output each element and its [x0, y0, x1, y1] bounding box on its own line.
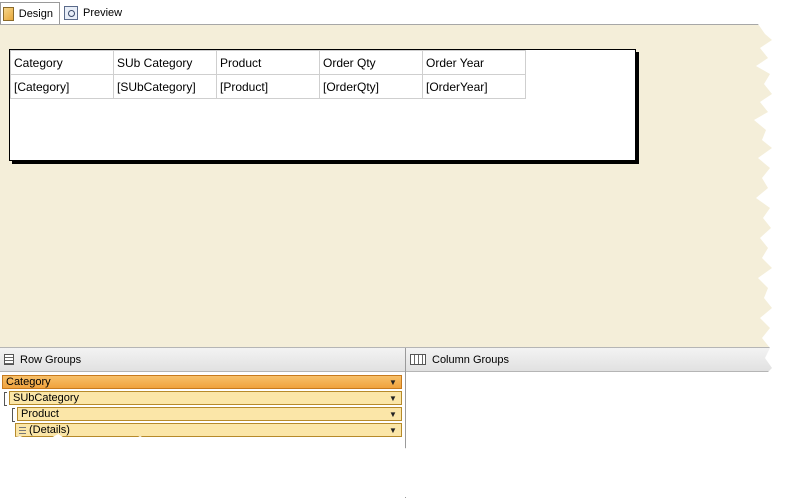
row-group-label: (Details): [29, 424, 70, 436]
tab-design-label: Design: [18, 7, 53, 20]
chevron-down-icon[interactable]: ▼: [385, 424, 401, 436]
tab-bar: Design Preview: [0, 0, 798, 25]
data-cell-order-qty[interactable]: [OrderQty]: [319, 74, 423, 99]
grouping-pane: Row Groups Column Groups Category ▼ SUbC…: [0, 347, 798, 498]
pane-divider[interactable]: [405, 348, 406, 498]
row-group-label: Product: [21, 408, 59, 420]
report-table[interactable]: Category SUb Category Product Order Qty …: [9, 49, 636, 161]
data-row: [Category] [SUbCategory] [Product] [Orde…: [10, 74, 526, 99]
chevron-down-icon[interactable]: ▼: [385, 408, 401, 420]
details-icon: [19, 426, 26, 434]
group-bracket: [12, 408, 15, 422]
row-group-details[interactable]: (Details) ▼: [15, 423, 402, 437]
row-group-product[interactable]: Product ▼: [17, 407, 402, 421]
column-groups-icon: [410, 354, 426, 365]
data-cell-category[interactable]: [Category]: [10, 74, 114, 99]
data-cell-subcategory[interactable]: [SUbCategory]: [113, 74, 217, 99]
column-groups-title: Column Groups: [432, 353, 510, 366]
header-cell-product[interactable]: Product: [216, 50, 320, 75]
tab-preview-label: Preview: [83, 7, 123, 19]
row-group-label: Category: [6, 376, 51, 388]
chevron-down-icon[interactable]: ▼: [385, 376, 401, 388]
tab-design[interactable]: Design: [0, 2, 60, 24]
data-cell-order-year[interactable]: [OrderYear]: [422, 74, 526, 99]
row-groups-header: Row Groups: [0, 348, 405, 372]
chevron-down-icon[interactable]: ▼: [385, 392, 401, 404]
design-icon: [3, 6, 14, 21]
row-group-subcategory[interactable]: SUbCategory ▼: [9, 391, 402, 405]
group-bracket: [4, 392, 7, 406]
header-cell-category[interactable]: Category: [10, 50, 114, 75]
report-design-surface[interactable]: Category SUb Category Product Order Qty …: [0, 25, 798, 347]
column-groups-header: Column Groups: [406, 348, 798, 372]
tab-preview[interactable]: Preview: [62, 2, 134, 24]
header-cell-order-year[interactable]: Order Year: [422, 50, 526, 75]
row-group-label: SUbCategory: [13, 392, 80, 404]
row-group-category[interactable]: Category ▼: [2, 375, 402, 389]
row-groups-title: Row Groups: [20, 353, 82, 366]
header-cell-order-qty[interactable]: Order Qty: [319, 50, 423, 75]
tablix-grid: Category SUb Category Product Order Qty …: [10, 50, 526, 99]
data-cell-product[interactable]: [Product]: [216, 74, 320, 99]
header-cell-subcategory[interactable]: SUb Category: [113, 50, 217, 75]
row-groups-icon: [4, 354, 14, 365]
header-row: Category SUb Category Product Order Qty …: [10, 50, 526, 75]
preview-icon: [64, 6, 78, 20]
